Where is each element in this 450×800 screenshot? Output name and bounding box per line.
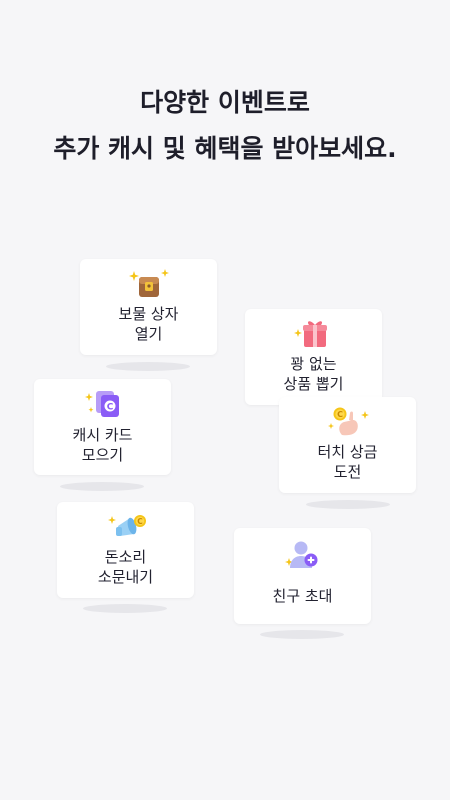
event-card-cash-cards[interactable]: C 캐시 카드 모으기 <box>34 379 171 475</box>
cash-card-icon: C <box>84 391 119 417</box>
event-label-line-2: 소문내기 <box>97 568 154 586</box>
event-label-line-1: 꽝 없는 <box>290 355 337 373</box>
event-card-touch-prize[interactable]: C 터치 상금 도전 <box>279 397 416 493</box>
coin-badge-letter: C <box>137 517 143 526</box>
card-shadow <box>83 604 167 613</box>
card-shadow <box>60 482 144 491</box>
headline: 다양한 이벤트로 추가 캐시 및 혜택을 받아보세요. <box>0 80 450 172</box>
card-shadow <box>260 630 344 639</box>
event-label: 친구 초대 <box>272 587 333 605</box>
treasure-chest-icon <box>128 269 169 297</box>
invite-friend-icon <box>284 541 317 568</box>
megaphone-coin-icon: C <box>107 515 146 536</box>
headline-line-2: 추가 캐시 및 혜택을 받아보세요. <box>53 134 397 163</box>
event-label-line-1: 캐시 카드 <box>72 426 133 444</box>
event-label-line-1: 돈소리 <box>104 548 147 566</box>
event-card-invite-friend[interactable]: 친구 초대 <box>234 528 371 624</box>
gift-box-icon <box>293 321 327 347</box>
event-card-spread-the-word[interactable]: C 돈소리 소문내기 <box>57 502 194 598</box>
card-shadow <box>306 500 390 509</box>
event-label-line-2: 모으기 <box>81 446 124 464</box>
event-label-line-1: 보물 상자 <box>118 305 179 323</box>
event-label-line-1: 터치 상금 <box>317 443 378 461</box>
coin-badge-letter: C <box>337 410 343 419</box>
event-label-line-2: 도전 <box>333 463 362 481</box>
event-card-gift-draw[interactable]: 꽝 없는 상품 뽑기 <box>245 309 382 405</box>
card-badge-letter: C <box>106 403 113 413</box>
headline-line-1: 다양한 이벤트로 <box>140 88 310 117</box>
touch-coin-icon: C <box>327 407 369 436</box>
event-card-treasure-chest[interactable]: 보물 상자 열기 <box>80 259 217 355</box>
event-label-line-2: 열기 <box>134 325 163 343</box>
card-shadow <box>106 362 190 371</box>
event-label-line-2: 상품 뽑기 <box>283 375 344 393</box>
